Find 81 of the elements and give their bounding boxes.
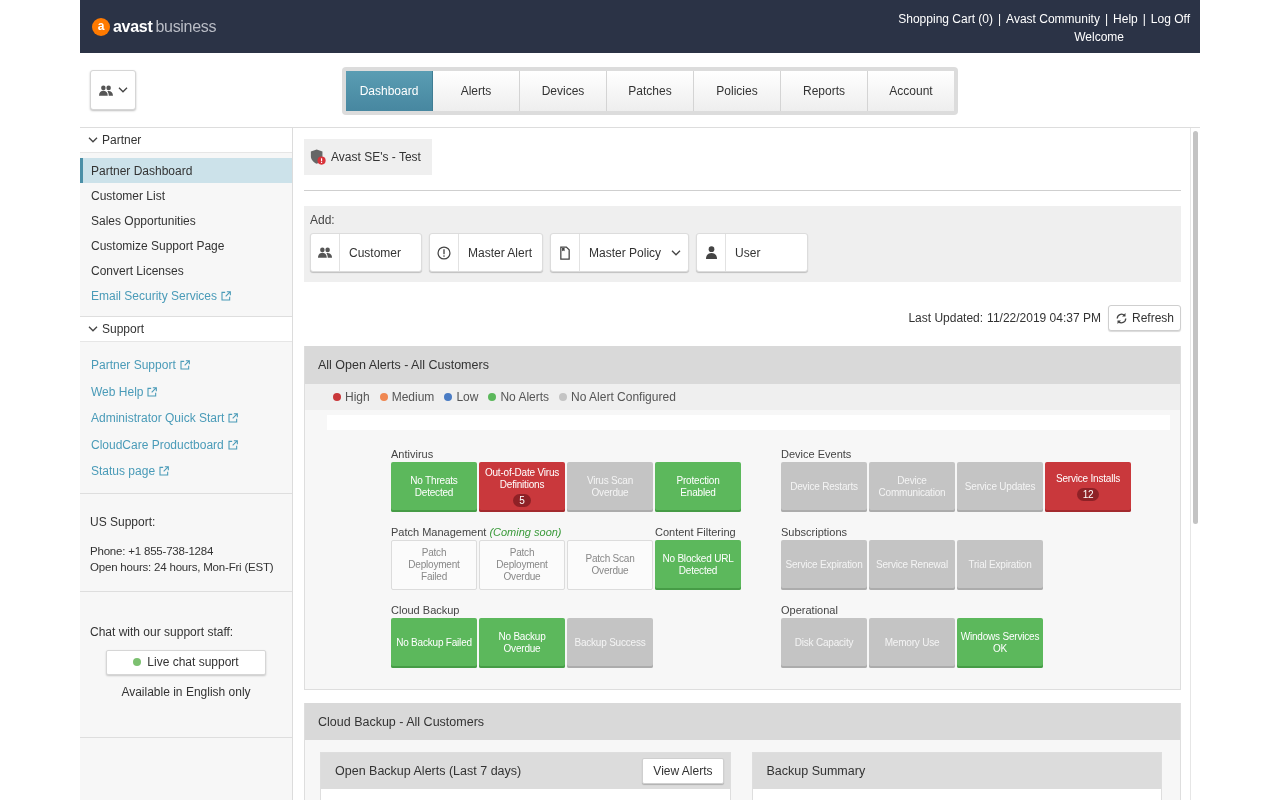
link-separator: | [998,11,1002,26]
group-title: Antivirus [391,447,434,460]
nav-tab[interactable]: Patches [607,71,694,111]
link-separator: | [1104,11,1109,26]
panel-header: All Open Alerts - All Customers [305,346,1180,384]
external-link-icon [227,439,238,450]
external-link-icon [179,360,190,371]
scrollbar-thumb[interactable] [1193,131,1198,524]
sidebar-link[interactable]: Customer List [80,183,292,208]
brand-name: avast [113,17,153,36]
alert-tile[interactable]: Service Installs 12 [1045,462,1131,512]
add-button[interactable]: Customer [310,233,422,272]
contact-line: Phone: +1 855-738-1284 [90,543,215,559]
alert-tile[interactable]: Patch Scan Overdue [567,540,653,590]
live-chat-button[interactable]: Live chat support [106,649,266,675]
legend-label: High [345,390,370,404]
count-badge: 12 [1076,488,1100,501]
external-link-icon [147,386,158,397]
external-link-icon [221,290,232,301]
people-icon [318,247,332,258]
header-link[interactable]: Avast Community [1006,11,1100,26]
logo-mark: a [92,17,110,36]
shield-warning-icon [310,149,326,165]
customer-switch-button[interactable] [90,70,136,110]
people-icon [98,84,113,96]
card-title: Backup Summary [766,764,866,778]
exclamation-circle-icon [437,245,451,260]
sidebar-link[interactable]: Convert Licenses [80,258,292,283]
chevron-down-icon [117,87,128,93]
group-title: Content Filtering [655,525,736,538]
sidebar-link[interactable]: Partner Dashboard [80,158,292,183]
alert-tile[interactable]: Patch Deployment Overdue [479,540,565,590]
view-alerts-button[interactable]: View Alerts [642,758,724,784]
header-link[interactable]: Help [1113,11,1138,26]
add-button[interactable]: User [696,233,809,272]
last-updated-value: 11/22/2019 04:37 PM [987,311,1101,325]
alert-tile[interactable]: Out-of-Date Virus Definitions 5 [479,462,565,512]
link-separator: | [1142,11,1146,26]
external-link-icon [228,413,239,424]
group-title: Subscriptions [781,525,848,538]
nav-tab[interactable]: Account [868,71,954,111]
panel-header: Cloud Backup - All Customers [305,703,1180,740]
count-badge: 5 [513,494,531,507]
group-title: Device Events [781,447,852,460]
add-label: Add: [310,213,336,227]
legend-label: Medium [391,390,435,404]
last-updated-label: Last Updated: [908,311,984,325]
document-icon [560,245,571,260]
header-link[interactable]: Shopping Cart (0) [898,11,993,26]
group-note: (Coming soon) [489,525,562,538]
product-name: business [155,17,217,36]
alert-tile[interactable]: Patch Deployment Failed [391,540,477,590]
legend-label: Low [456,390,479,404]
nav-tab[interactable]: Policies [694,71,781,111]
add-button[interactable]: Master Policy [550,233,690,272]
section-header[interactable]: Support [80,317,292,342]
group-title: Patch Management [391,525,487,538]
nav-tab[interactable]: Devices [520,71,607,111]
sidebar-link[interactable]: Customize Support Page [80,233,292,258]
person-icon [705,246,717,259]
legend-label: No Alerts [500,390,550,404]
chat-prompt: Chat with our support staff: [90,623,234,640]
section-header[interactable]: Partner [80,128,292,153]
card-title: Open Backup Alerts (Last 7 days) [335,764,522,778]
sidebar-link[interactable]: Sales Opportunities [80,208,292,233]
group-title: Cloud Backup [391,603,460,616]
customer-tab[interactable]: Avast SE's - Test [304,139,432,175]
status-dot-icon [133,658,142,666]
legend-label: No Alert Configured [571,390,676,404]
nav-tab[interactable]: Alerts [433,71,520,111]
group-title: Operational [781,603,838,616]
refresh-button[interactable]: Refresh [1107,305,1181,331]
contact-title: US Support: [90,513,157,530]
contact-line: Open hours: 24 hours, Mon-Fri (EST) [90,559,275,575]
welcome-text: Welcome [1074,29,1124,44]
chat-note: Available in English only [121,683,251,700]
add-button[interactable]: Master Alert [429,233,544,272]
header-link[interactable]: Log Off [1150,11,1190,26]
refresh-icon [1114,311,1128,325]
nav-tab[interactable]: Reports [781,71,868,111]
external-link-icon [159,466,170,477]
